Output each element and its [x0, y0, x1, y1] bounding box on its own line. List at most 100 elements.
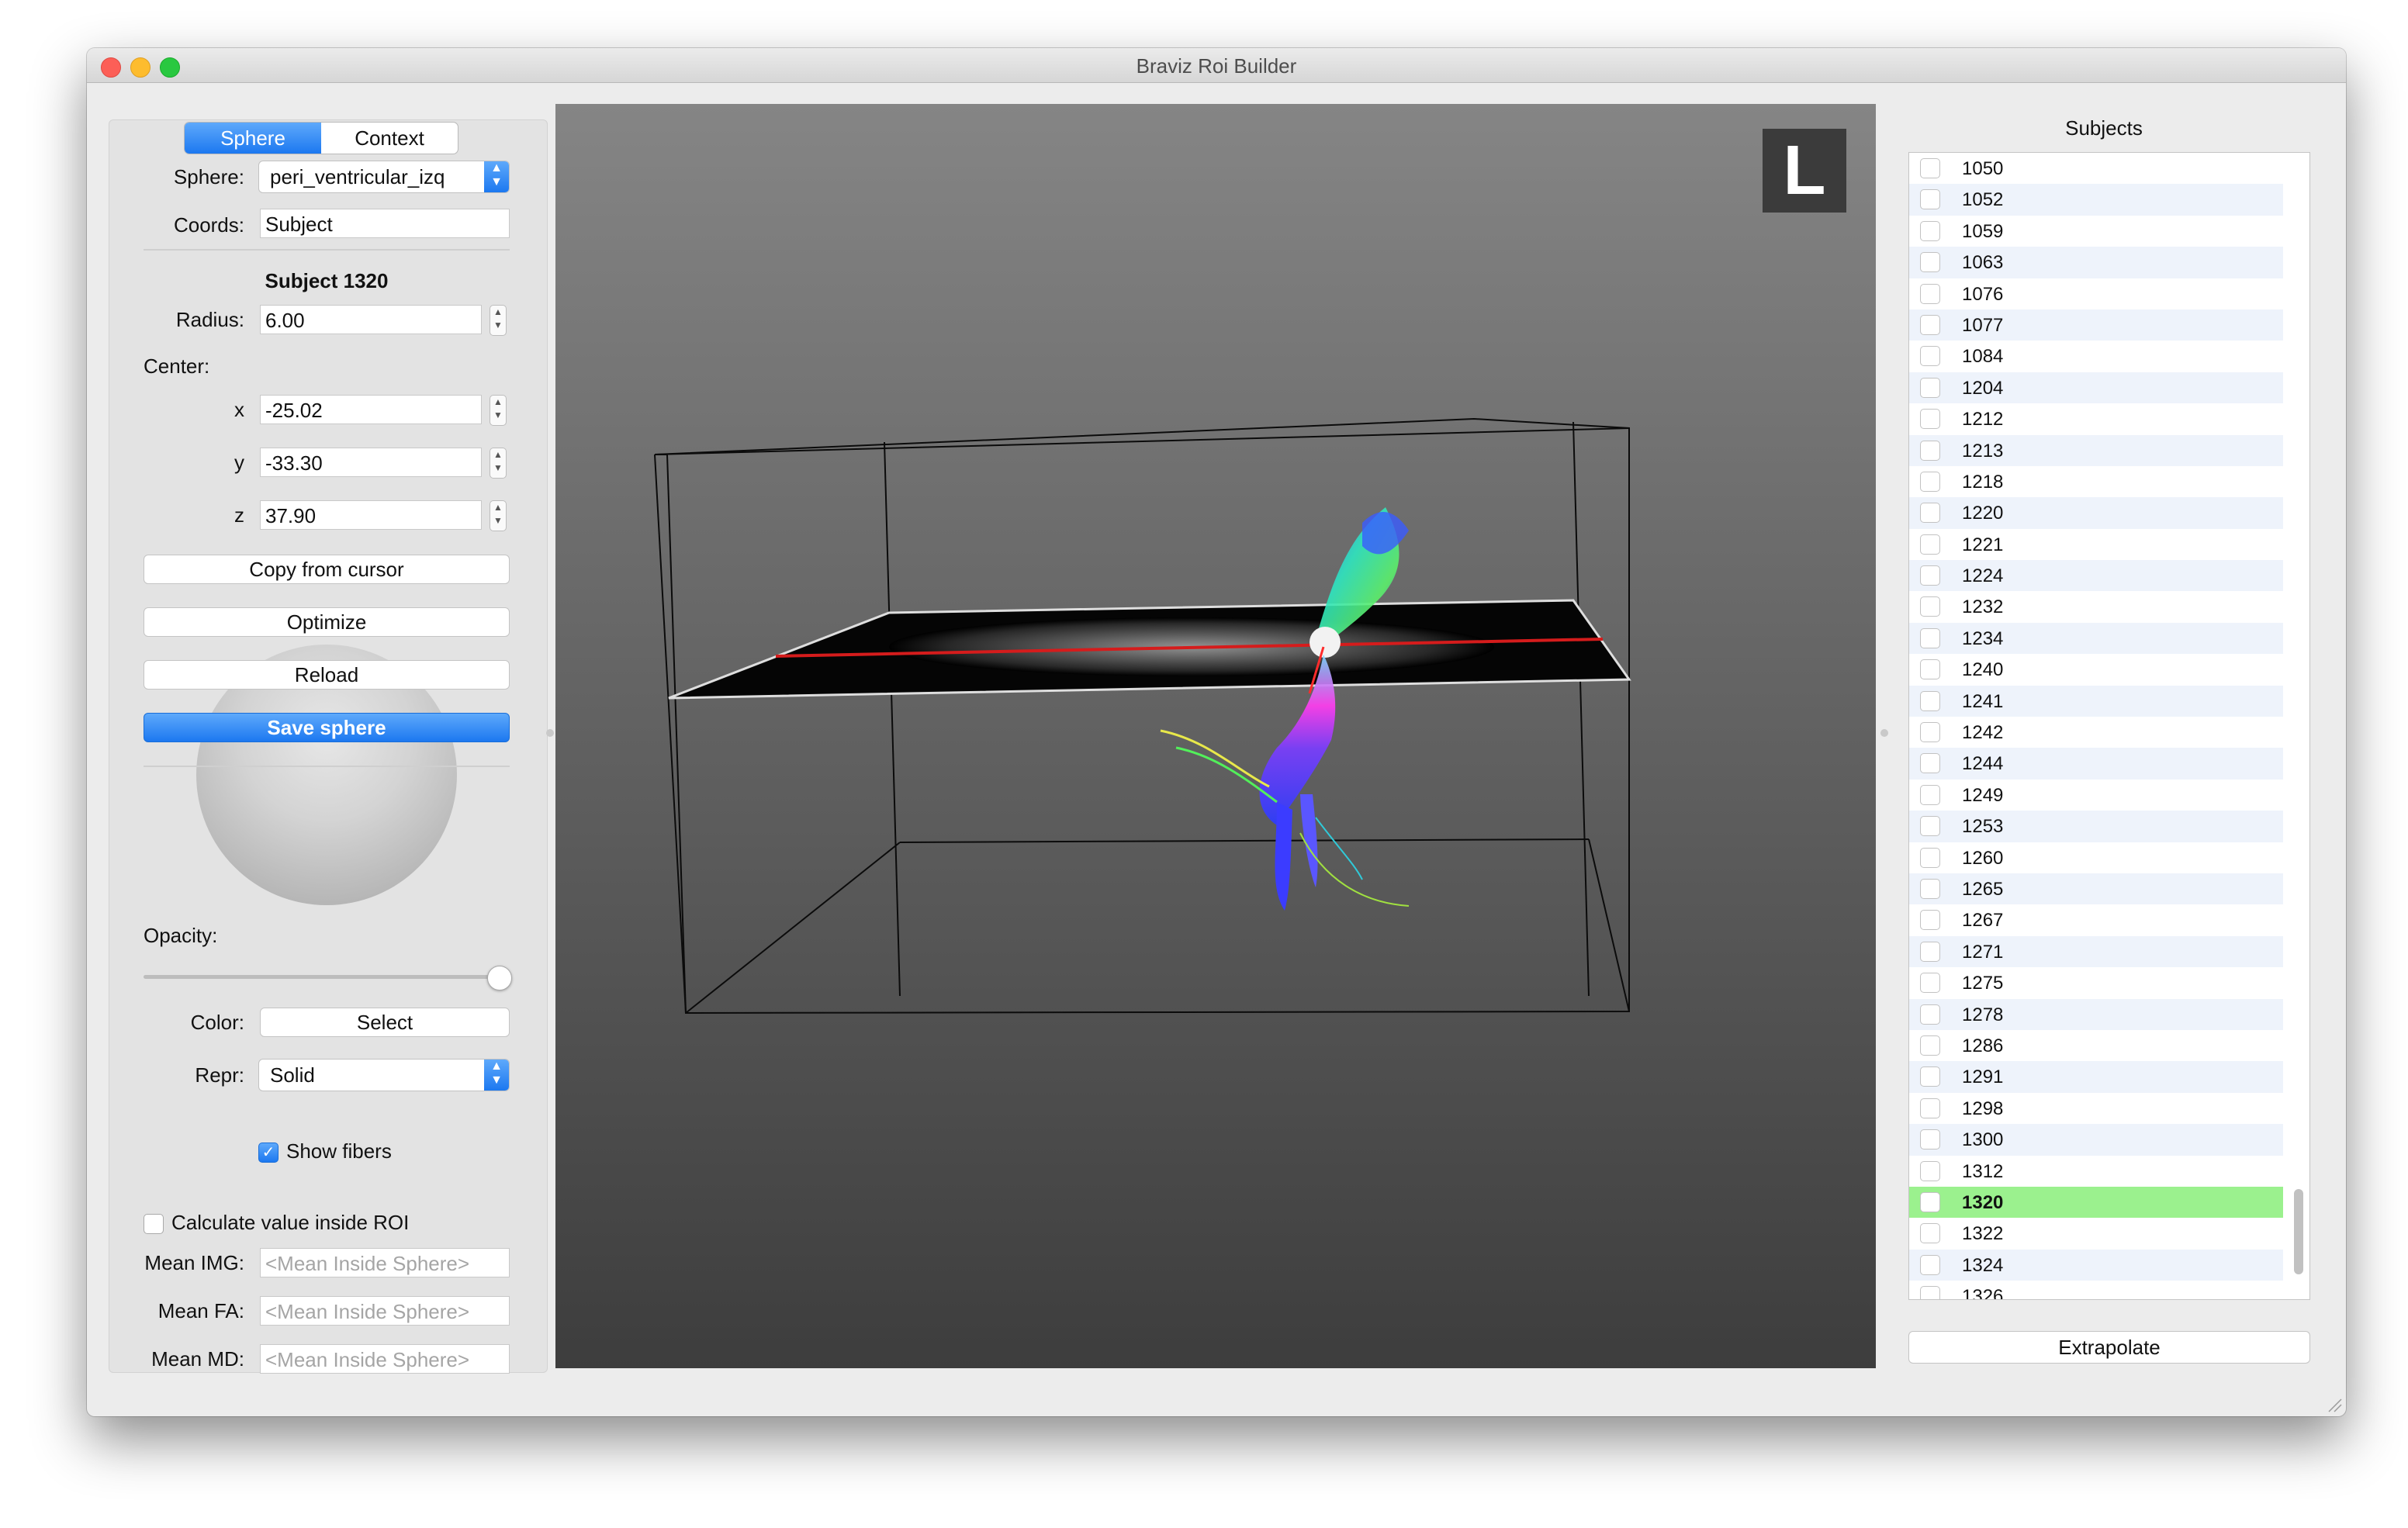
- calculate-roi-checkbox[interactable]: [144, 1214, 164, 1234]
- coords-field[interactable]: Subject: [260, 209, 510, 238]
- list-item[interactable]: 1240: [1909, 654, 2283, 685]
- subject-checkbox[interactable]: [1920, 753, 1940, 774]
- list-item[interactable]: 1052: [1909, 184, 2283, 216]
- list-item[interactable]: 1244: [1909, 748, 2283, 780]
- mean-md-field[interactable]: <Mean Inside Sphere>: [260, 1344, 510, 1374]
- list-item[interactable]: 1234: [1909, 622, 2283, 655]
- subject-checkbox[interactable]: [1920, 816, 1940, 837]
- subject-checkbox[interactable]: [1920, 1223, 1940, 1244]
- list-item[interactable]: 1077: [1909, 309, 2283, 341]
- list-item[interactable]: 1084: [1909, 341, 2283, 372]
- list-item[interactable]: 1300: [1909, 1124, 2283, 1156]
- subject-checkbox[interactable]: [1920, 1286, 1940, 1299]
- subject-checkbox[interactable]: [1920, 283, 1940, 304]
- list-item[interactable]: 1249: [1909, 780, 2283, 811]
- list-item[interactable]: 1221: [1909, 529, 2283, 560]
- reload-button[interactable]: Reload: [144, 660, 510, 690]
- show-fibers-checkbox[interactable]: ✓: [258, 1143, 279, 1163]
- subject-checkbox[interactable]: [1920, 1098, 1940, 1118]
- subject-checkbox[interactable]: [1920, 346, 1940, 367]
- list-item[interactable]: 1320: [1909, 1186, 2283, 1219]
- subject-checkbox[interactable]: [1920, 252, 1940, 273]
- subject-checkbox[interactable]: [1920, 189, 1940, 210]
- radius-field[interactable]: 6.00: [260, 305, 482, 334]
- mean-fa-field[interactable]: <Mean Inside Sphere>: [260, 1296, 510, 1326]
- subjects-list[interactable]: 1050 1052 1059 1063 1076 1077 1084 1204 1212 1213…: [1908, 152, 2310, 1300]
- list-item[interactable]: 1220: [1909, 497, 2283, 529]
- extrapolate-button[interactable]: Extrapolate: [1908, 1331, 2310, 1364]
- list-item[interactable]: 1260: [1909, 842, 2283, 873]
- subject-checkbox[interactable]: [1920, 409, 1940, 430]
- list-item[interactable]: 1278: [1909, 998, 2283, 1030]
- center-y-stepper[interactable]: ▲ ▼: [490, 448, 507, 479]
- subject-checkbox[interactable]: [1920, 910, 1940, 931]
- subject-checkbox[interactable]: [1920, 973, 1940, 994]
- subject-checkbox[interactable]: [1920, 314, 1940, 335]
- subject-checkbox[interactable]: [1920, 596, 1940, 617]
- optimize-button[interactable]: Optimize: [144, 607, 510, 637]
- repr-select[interactable]: Solid ▲ ▼: [258, 1059, 510, 1091]
- subject-checkbox[interactable]: [1920, 1004, 1940, 1025]
- list-item[interactable]: 1076: [1909, 278, 2283, 309]
- list-item[interactable]: 1291: [1909, 1061, 2283, 1093]
- center-x-stepper[interactable]: ▲ ▼: [490, 395, 507, 426]
- list-item[interactable]: 1242: [1909, 717, 2283, 748]
- subject-checkbox[interactable]: [1920, 659, 1940, 680]
- subject-checkbox[interactable]: [1920, 440, 1940, 461]
- subject-checkbox[interactable]: [1920, 534, 1940, 555]
- tab-sphere[interactable]: Sphere: [185, 123, 321, 154]
- subject-checkbox[interactable]: [1920, 690, 1940, 711]
- 3d-viewport[interactable]: L: [555, 104, 1876, 1368]
- list-item[interactable]: 1212: [1909, 403, 2283, 434]
- subject-checkbox[interactable]: [1920, 158, 1940, 178]
- subject-checkbox[interactable]: [1920, 847, 1940, 868]
- subject-checkbox[interactable]: [1920, 503, 1940, 524]
- list-item[interactable]: 1271: [1909, 935, 2283, 968]
- subject-checkbox[interactable]: [1920, 627, 1940, 648]
- list-item[interactable]: 1324: [1909, 1249, 2283, 1281]
- subject-checkbox[interactable]: [1920, 220, 1940, 241]
- list-item[interactable]: 1326: [1909, 1281, 2283, 1299]
- list-item[interactable]: 1059: [1909, 216, 2283, 247]
- list-item[interactable]: 1213: [1909, 434, 2283, 466]
- subject-checkbox[interactable]: [1920, 565, 1940, 586]
- list-item[interactable]: 1312: [1909, 1156, 2283, 1187]
- subject-checkbox[interactable]: [1920, 1160, 1940, 1181]
- center-x-field[interactable]: -25.02: [260, 395, 482, 424]
- list-item[interactable]: 1050: [1909, 153, 2283, 184]
- subject-checkbox[interactable]: [1920, 722, 1940, 743]
- resize-grip-icon[interactable]: [2326, 1396, 2343, 1413]
- subject-checkbox[interactable]: [1920, 1129, 1940, 1150]
- splitter-handle[interactable]: [546, 729, 554, 737]
- subject-checkbox[interactable]: [1920, 941, 1940, 962]
- list-item[interactable]: 1241: [1909, 685, 2283, 717]
- splitter-handle[interactable]: [1880, 729, 1888, 737]
- subject-checkbox[interactable]: [1920, 1035, 1940, 1056]
- save-sphere-button[interactable]: Save sphere: [144, 713, 510, 742]
- list-item[interactable]: 1232: [1909, 591, 2283, 622]
- opacity-slider-handle[interactable]: [486, 966, 512, 990]
- center-z-stepper[interactable]: ▲ ▼: [490, 500, 507, 531]
- list-item[interactable]: 1275: [1909, 967, 2283, 998]
- opacity-slider-track[interactable]: [144, 975, 510, 979]
- list-item[interactable]: 1286: [1909, 1030, 2283, 1061]
- subject-checkbox[interactable]: [1920, 1254, 1940, 1275]
- subject-checkbox[interactable]: [1920, 1191, 1940, 1212]
- list-item[interactable]: 1063: [1909, 247, 2283, 278]
- radius-stepper[interactable]: ▲ ▼: [490, 305, 507, 336]
- tab-context[interactable]: Context: [321, 123, 458, 154]
- subject-checkbox[interactable]: [1920, 377, 1940, 398]
- center-z-field[interactable]: 37.90: [260, 500, 482, 530]
- list-item[interactable]: 1322: [1909, 1218, 2283, 1249]
- subject-checkbox[interactable]: [1920, 878, 1940, 899]
- center-y-field[interactable]: -33.30: [260, 448, 482, 477]
- list-item[interactable]: 1298: [1909, 1093, 2283, 1124]
- list-item[interactable]: 1218: [1909, 466, 2283, 497]
- subject-checkbox[interactable]: [1920, 1066, 1940, 1087]
- list-scrollbar[interactable]: [2294, 1189, 2303, 1274]
- sphere-select[interactable]: peri_ventricular_izq ▲ ▼: [258, 161, 510, 193]
- list-item[interactable]: 1253: [1909, 811, 2283, 842]
- subject-checkbox[interactable]: [1920, 471, 1940, 492]
- copy-from-cursor-button[interactable]: Copy from cursor: [144, 555, 510, 584]
- color-select-button[interactable]: Select: [260, 1008, 510, 1037]
